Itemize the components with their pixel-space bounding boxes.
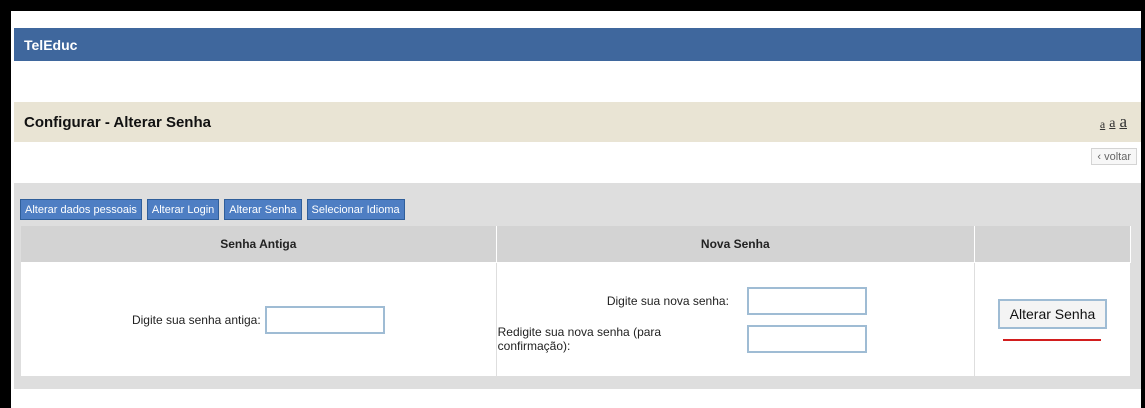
back-link[interactable]: ‹ voltar <box>1091 148 1137 165</box>
old-password-input[interactable] <box>264 305 385 334</box>
annotation-underline <box>1003 338 1102 341</box>
new-password-cell: Digite sua nova senha: Redigite sua nova… <box>496 262 975 376</box>
title-bar: Configurar - Alterar Senha a a a <box>14 102 1141 142</box>
screenshot-frame-left <box>0 0 11 408</box>
font-size-medium-button[interactable]: a <box>1109 116 1115 132</box>
screenshot-frame-top <box>0 0 1145 11</box>
header-nova-senha: Nova Senha <box>496 226 975 263</box>
confirm-password-input[interactable] <box>746 324 867 353</box>
old-password-cell: Digite sua senha antiga: <box>21 262 497 376</box>
table-row: Digite sua senha antiga: Digite sua nova… <box>21 262 1132 376</box>
confirm-password-row: Redigite sua nova senha (para confirmaçã… <box>497 324 973 353</box>
old-password-row: Digite sua senha antiga: <box>22 305 495 334</box>
font-size-controls: a a a <box>1100 112 1127 132</box>
font-size-large-button[interactable]: a <box>1119 112 1127 132</box>
screenshot-frame-right <box>1141 0 1145 408</box>
tab-alterar-login[interactable]: Alterar Login <box>146 199 220 220</box>
font-size-small-button[interactable]: a <box>1100 117 1105 132</box>
password-form-table: Senha Antiga Nova Senha Digite sua senha… <box>21 226 1132 376</box>
table-header-row: Senha Antiga Nova Senha <box>21 226 1132 263</box>
config-tabs: Alterar dados pessoais Alterar Login Alt… <box>20 199 405 220</box>
confirm-password-label: Redigite sua nova senha (para confirmaçã… <box>497 324 662 353</box>
page-title: Configurar - Alterar Senha <box>24 113 211 131</box>
tab-alterar-dados-pessoais[interactable]: Alterar dados pessoais <box>20 199 142 220</box>
new-password-input[interactable] <box>746 286 867 315</box>
tab-selecionar-idioma[interactable]: Selecionar Idioma <box>306 199 405 220</box>
action-cell: Alterar Senha <box>974 262 1132 376</box>
content-panel: Alterar dados pessoais Alterar Login Alt… <box>14 183 1141 389</box>
app-name[interactable]: TelEduc <box>24 37 77 53</box>
old-password-label: Digite sua senha antiga: <box>131 312 261 327</box>
change-password-button[interactable]: Alterar Senha <box>997 298 1108 329</box>
header-actions <box>974 226 1132 263</box>
app-header: TelEduc <box>14 28 1141 61</box>
new-password-row: Digite sua nova senha: <box>498 286 973 315</box>
new-password-label: Digite sua nova senha: <box>606 293 729 308</box>
tab-alterar-senha[interactable]: Alterar Senha <box>224 199 302 220</box>
header-senha-antiga: Senha Antiga <box>21 226 497 263</box>
